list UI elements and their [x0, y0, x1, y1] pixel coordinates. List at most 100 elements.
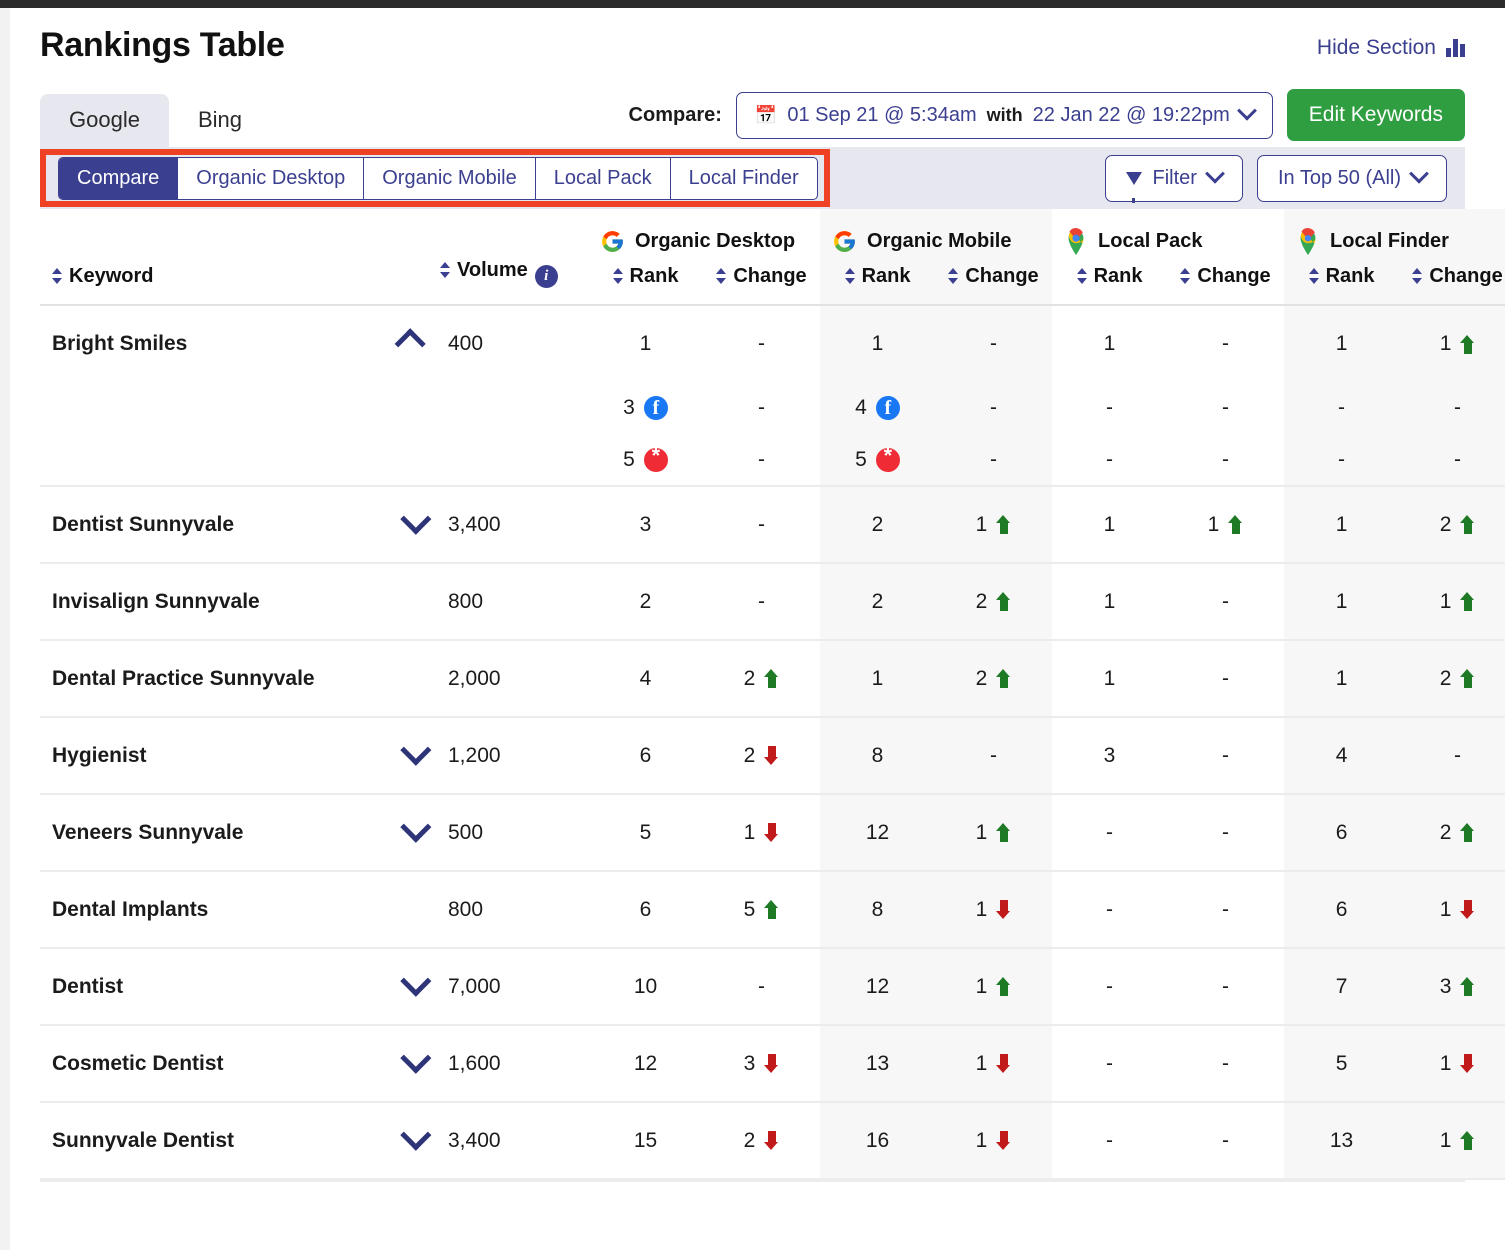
row-toggle-cell[interactable]: [385, 1025, 440, 1103]
date-range-picker[interactable]: 📅 01 Sep 21 @ 5:34am with 22 Jan 22 @ 19…: [735, 91, 1273, 139]
sort-icon: [1180, 268, 1191, 284]
row-toggle-cell[interactable]: [385, 948, 440, 1026]
row-toggle-cell: [385, 382, 440, 434]
table-row[interactable]: Cosmetic Dentist 1,600 12 3 13 1 - - 5 1: [40, 1025, 1505, 1103]
table-row[interactable]: Hygienist 1,200 6 2 8 - 3 - 4 -: [40, 717, 1505, 795]
rank-value: -: [1338, 396, 1346, 419]
volume-cell: 500: [440, 794, 588, 872]
om-rank-cell: 12: [820, 948, 936, 1026]
tab-google[interactable]: Google: [40, 94, 169, 147]
change-value: -: [758, 447, 765, 471]
lf-rank-cell: 6: [1284, 794, 1400, 872]
col-volume[interactable]: Volume i: [440, 255, 588, 306]
compare-label: Compare:: [628, 103, 722, 126]
col-lp-rank[interactable]: Rank: [1052, 255, 1168, 306]
info-icon[interactable]: i: [534, 265, 558, 288]
subtab-local-finder[interactable]: Local Finder: [671, 158, 817, 199]
change-down-arrow-icon: [996, 1131, 1011, 1150]
od-rank-cell: 15: [588, 1102, 703, 1180]
row-toggle-cell[interactable]: [385, 871, 440, 949]
change-down-arrow-icon: [1460, 900, 1475, 919]
om-rank-cell: 1: [820, 305, 936, 382]
table-row[interactable]: Bright Smiles 400 1 - 1 - 1 - 1 1: [40, 305, 1505, 382]
subtab-local-pack[interactable]: Local Pack: [536, 157, 671, 199]
change-value: -: [990, 447, 998, 471]
volume-cell: 2,000: [440, 640, 588, 718]
lp-rank-cell: -: [1052, 434, 1168, 487]
lf-change-cell: 1: [1399, 1102, 1505, 1180]
subtab-organic-mobile[interactable]: Organic Mobile: [364, 157, 536, 199]
hide-section-button[interactable]: Hide Section: [1317, 36, 1465, 60]
sort-icon: [1308, 268, 1320, 284]
table-row[interactable]: Veneers Sunnyvale 500 5 1 12 1 - - 6 2: [40, 794, 1505, 872]
expand-row-chevron-icon[interactable]: [399, 965, 431, 997]
filter-label: Filter: [1152, 166, 1197, 189]
change-value: -: [1222, 332, 1230, 355]
rankings-table-body: Bright Smiles4001-1-1-113f-4f-----5-5---…: [40, 305, 1505, 1180]
google-g-icon: [602, 230, 623, 252]
change-down-arrow-icon: [764, 1054, 779, 1073]
google-maps-pin-icon: [1068, 228, 1084, 255]
od-rank-cell: 6: [588, 871, 703, 949]
change-up-arrow-icon: [764, 900, 779, 919]
lf-change-cell: 2: [1399, 486, 1505, 564]
change-value: -: [1222, 447, 1230, 471]
collapse-row-chevron-icon[interactable]: [394, 328, 426, 360]
col-keyword[interactable]: Keyword: [40, 255, 440, 306]
col-od-change[interactable]: Change: [703, 255, 821, 306]
date-to: 22 Jan 22 @ 19:22pm: [1032, 103, 1230, 126]
expand-row-chevron-icon[interactable]: [399, 734, 431, 766]
change-value: -: [990, 743, 998, 767]
row-toggle-cell[interactable]: [385, 486, 440, 564]
lf-change-cell: 2: [1399, 640, 1505, 718]
od-change-cell: -: [703, 486, 821, 564]
change-down-arrow-icon: [1460, 1054, 1475, 1073]
table-row[interactable]: Dental Implants 800 6 5 8 1- -6 1: [40, 871, 1505, 949]
om-change-cell: -: [935, 382, 1053, 434]
lp-rank-cell: 1: [1052, 563, 1168, 641]
subtab-organic-desktop[interactable]: Organic Desktop: [178, 157, 365, 199]
lf-change-cell: -: [1399, 434, 1505, 487]
row-toggle-cell[interactable]: [385, 794, 440, 872]
window-top-bar: [0, 0, 1505, 8]
change-value: 1: [975, 512, 988, 536]
subtab-compare[interactable]: Compare: [59, 157, 179, 199]
rank-value: -: [1106, 396, 1114, 419]
row-toggle-cell[interactable]: [385, 563, 440, 641]
keyword-cell: Invisalign Sunnyvale: [40, 563, 385, 641]
col-lp-change[interactable]: Change: [1167, 255, 1285, 306]
lp-change-cell: -: [1167, 1102, 1285, 1180]
expand-row-chevron-icon[interactable]: [399, 811, 431, 843]
expand-row-chevron-icon[interactable]: [399, 1042, 431, 1074]
row-toggle-cell[interactable]: [385, 1102, 440, 1180]
google-g-icon: [834, 230, 855, 252]
filter-button[interactable]: Filter: [1104, 154, 1243, 203]
expand-row-chevron-icon[interactable]: [399, 503, 431, 535]
table-subrow: 5 - 5 - - - - -: [40, 434, 1505, 487]
row-toggle-cell[interactable]: [385, 640, 440, 718]
col-lf-change[interactable]: Change: [1399, 255, 1505, 306]
expand-row-chevron-icon[interactable]: [399, 1119, 431, 1151]
change-value: 2: [975, 666, 988, 690]
row-toggle-cell[interactable]: [385, 717, 440, 795]
lp-change-cell: -: [1167, 948, 1285, 1026]
col-om-change[interactable]: Change: [935, 255, 1053, 306]
col-od-rank[interactable]: Rank: [588, 255, 703, 306]
lf-rank-cell: 7: [1284, 948, 1400, 1026]
tab-bing[interactable]: Bing: [169, 94, 271, 147]
table-row[interactable]: Dental Practice Sunnyvale 2,000 4 2 1 2 1 - 1 2: [40, 640, 1505, 718]
change-up-arrow-icon: [996, 592, 1011, 611]
table-row[interactable]: Invisalign Sunnyvale 800 2-2 2 1-1 1: [40, 563, 1505, 641]
engine-tabs: Google Bing Compare: 📅 01 Sep 21 @ 5:34a…: [0, 89, 1505, 147]
edit-keywords-button[interactable]: Edit Keywords: [1286, 89, 1465, 141]
od-rank-cell: 10: [588, 948, 703, 1026]
col-om-rank[interactable]: Rank: [820, 255, 936, 306]
keyword-cell: Bright Smiles: [52, 332, 188, 355]
table-row[interactable]: Dentist Sunnyvale 3,400 3 - 2 1 1 1 1 2: [40, 486, 1505, 564]
col-lf-rank[interactable]: Rank: [1284, 255, 1400, 306]
table-row[interactable]: Dentist 7,000 10 - 12 1 - - 7 3: [40, 948, 1505, 1026]
top-filter-button[interactable]: In Top 50 (All): [1256, 154, 1447, 202]
row-toggle-cell[interactable]: [385, 305, 440, 382]
table-row[interactable]: Sunnyvale Dentist 3,400 15 2 16 1 - - 13 1: [40, 1102, 1505, 1180]
change-up-arrow-icon: [996, 515, 1011, 534]
